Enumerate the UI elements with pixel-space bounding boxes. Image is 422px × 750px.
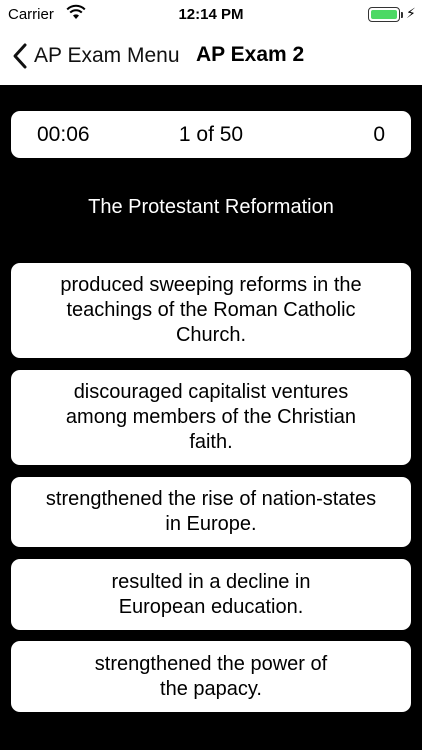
status-bar: Carrier 12:14 PM ⚡ <box>0 0 422 30</box>
score-bar: 00:06 1 of 50 0 <box>11 111 411 158</box>
answer-option-4[interactable]: resulted in a decline in European educati… <box>11 559 411 630</box>
navigation-bar: AP Exam Menu AP Exam 2 <box>0 30 422 85</box>
question-counter: 1 of 50 <box>178 123 244 146</box>
battery-icon <box>368 7 400 22</box>
answer-option-2[interactable]: discouraged capitalist ventures among mem… <box>11 370 411 465</box>
answer-option-1[interactable]: produced sweeping reforms in the teaching… <box>11 263 411 358</box>
answer-option-5[interactable]: strengthened the power of the papacy. <box>11 641 411 712</box>
answer-option-4-label: resulted in a decline in European educati… <box>111 570 311 618</box>
answer-option-1-label: produced sweeping reforms in the teaching… <box>60 274 362 346</box>
back-button-label: AP Exam Menu <box>34 44 180 67</box>
answer-option-2-label: discouraged capitalist ventures among mem… <box>65 381 357 453</box>
charging-bolt-icon: ⚡ <box>406 5 416 21</box>
answer-option-5-label: strengthened the power of the papacy. <box>94 652 328 700</box>
back-button[interactable]: AP Exam Menu <box>10 41 180 71</box>
battery-tip <box>401 12 403 18</box>
score: 0 <box>373 123 385 146</box>
answer-option-3-label: strengthened the rise of nation-states in… <box>45 488 377 535</box>
clock: 12:14 PM <box>178 6 244 23</box>
answer-option-3[interactable]: strengthened the rise of nation-states in… <box>11 477 411 547</box>
question-text: The Protestant Reformation <box>88 196 334 218</box>
page-title: AP Exam 2 <box>196 43 305 66</box>
chevron-left-icon <box>13 43 27 69</box>
